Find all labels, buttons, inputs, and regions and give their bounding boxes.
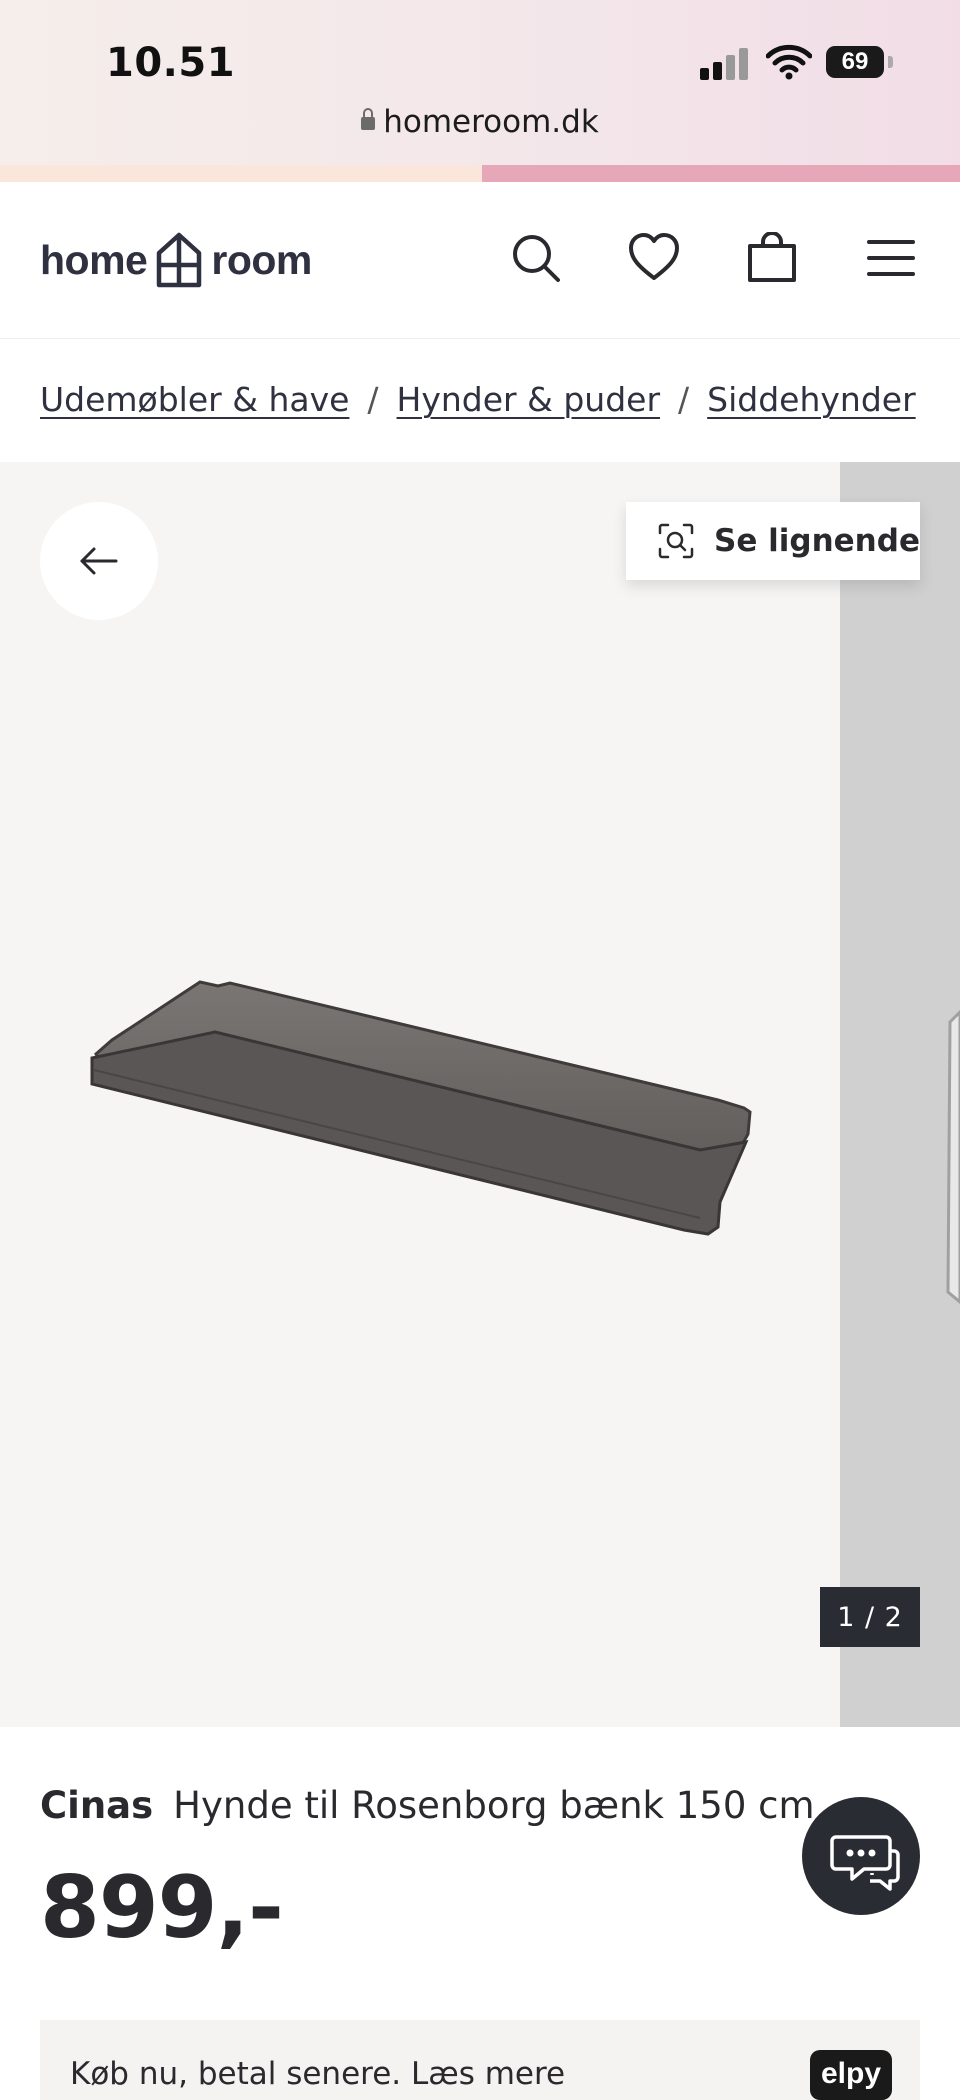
product-brand[interactable]: Cinas bbox=[40, 1784, 153, 1827]
breadcrumb: Udemøbler & have / Hynder & puder / Siddehyn… bbox=[40, 380, 916, 419]
chat-button[interactable] bbox=[802, 1797, 920, 1915]
status-time: 10.51 bbox=[106, 40, 236, 86]
back-button[interactable] bbox=[40, 502, 158, 620]
breadcrumb-link-outdoor[interactable]: Udemøbler & have bbox=[40, 380, 349, 419]
product-price: 899,- bbox=[40, 1858, 284, 1958]
arrow-left-icon bbox=[80, 547, 118, 575]
payment-promo-banner[interactable]: Køb nu, betal senere. Læs mere elpy bbox=[40, 2020, 920, 2100]
battery-cap bbox=[888, 56, 893, 68]
lock-icon bbox=[361, 108, 376, 130]
wifi-icon bbox=[766, 44, 812, 80]
product-name: Hynde til Rosenborg bænk 150 cm bbox=[173, 1784, 815, 1827]
signal-icon bbox=[700, 48, 752, 80]
logo-text-room: room bbox=[211, 236, 312, 283]
next-product-image bbox=[946, 1009, 960, 1304]
breadcrumb-separator: / bbox=[367, 380, 379, 419]
breadcrumb-separator: / bbox=[678, 380, 690, 419]
homeroom-logo[interactable]: home room bbox=[40, 230, 312, 290]
house-logo-icon bbox=[157, 232, 202, 288]
battery-level: 69 bbox=[841, 48, 869, 75]
payment-provider-badge: elpy bbox=[810, 2050, 892, 2100]
breadcrumb-link-seat-cushions[interactable]: Siddehynder bbox=[707, 380, 916, 419]
address-bar[interactable]: homeroom.dk bbox=[0, 104, 960, 140]
image-counter: 1 / 2 bbox=[820, 1587, 920, 1647]
visual-search-icon bbox=[658, 523, 694, 559]
url-text: homeroom.dk bbox=[383, 104, 599, 140]
product-title: Cinas Hynde til Rosenborg bænk 150 cm bbox=[40, 1784, 815, 1827]
status-bar: 10.51 69 homeroom.dk bbox=[0, 0, 960, 165]
chat-bubbles-icon bbox=[830, 1835, 900, 1891]
menu-icon[interactable] bbox=[866, 232, 918, 284]
heart-icon[interactable] bbox=[628, 232, 680, 284]
next-slide-preview[interactable] bbox=[840, 462, 960, 1727]
product-gallery[interactable]: Se lignende 1 / 2 bbox=[0, 462, 960, 1727]
site-header: home room bbox=[0, 182, 960, 339]
page-load-progress-fill bbox=[482, 165, 960, 182]
promo-text[interactable]: Køb nu, betal senere. Læs mere bbox=[70, 2056, 565, 2092]
search-icon[interactable] bbox=[510, 232, 562, 284]
see-similar-button[interactable]: Se lignende bbox=[626, 502, 920, 580]
product-image bbox=[90, 980, 752, 1236]
breadcrumb-link-cushions[interactable]: Hynder & puder bbox=[397, 380, 660, 419]
shopping-bag-icon[interactable] bbox=[746, 232, 798, 284]
logo-text-home: home bbox=[40, 236, 148, 283]
see-similar-label: Se lignende bbox=[714, 523, 920, 559]
